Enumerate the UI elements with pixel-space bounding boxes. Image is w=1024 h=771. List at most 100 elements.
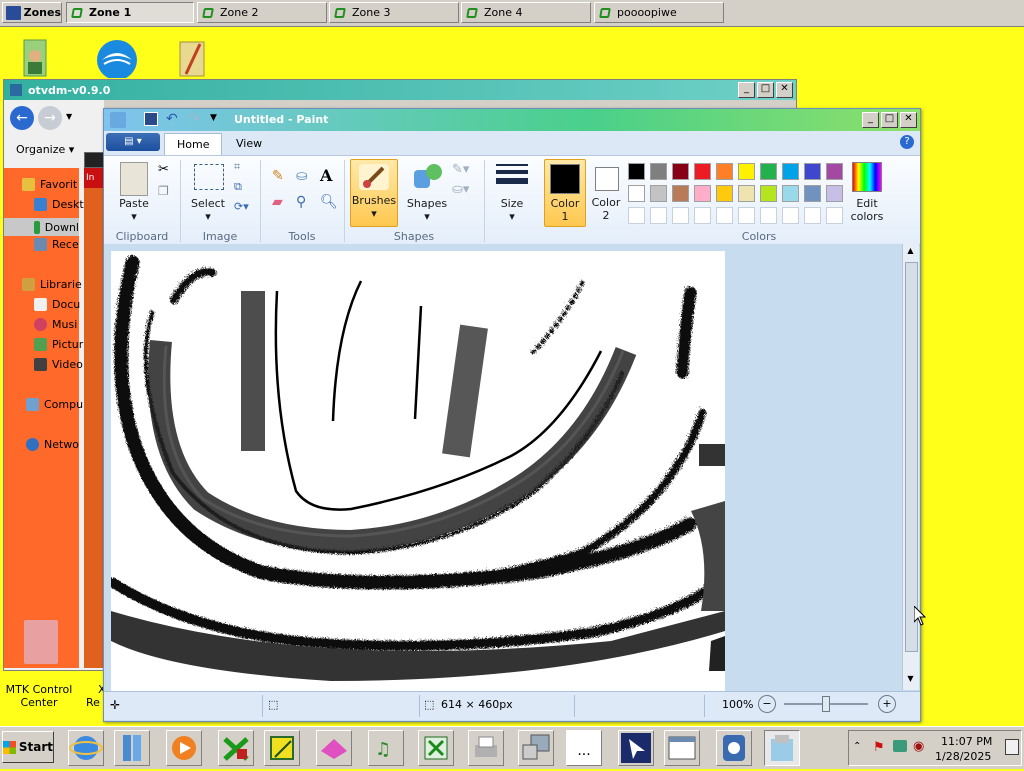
clock-time[interactable]: 11:07 PM [941, 735, 992, 748]
quick-access-chevron-icon[interactable]: ▼ [210, 113, 217, 123]
palette-swatch[interactable] [716, 163, 733, 180]
rotate-icon[interactable]: ⟳▾ [234, 200, 252, 218]
save-icon[interactable] [144, 112, 158, 126]
paint-maximize-button[interactable]: □ [881, 112, 898, 128]
nav-videos[interactable]: Video [34, 358, 83, 371]
network-tool-icon[interactable] [218, 730, 254, 766]
select-button[interactable]: Select ▾ [188, 197, 228, 223]
shapes-icon[interactable] [410, 162, 444, 192]
brushes-button[interactable]: Brushes ▾ [350, 159, 398, 227]
zone-tab-3[interactable]: Zone 3 [329, 2, 459, 23]
edit-colors-button[interactable]: Edit colors [844, 197, 890, 223]
nav-favorites[interactable]: Favorit [22, 178, 77, 191]
copy-icon[interactable]: ❐ [158, 184, 176, 202]
palette-swatch[interactable] [760, 185, 777, 202]
show-desktop-icon[interactable] [1005, 739, 1019, 755]
palette-swatch[interactable] [694, 185, 711, 202]
notepad-folder-icon[interactable] [176, 38, 210, 78]
paint-minimize-button[interactable]: _ [862, 112, 879, 128]
zoom-slider-thumb[interactable] [822, 696, 830, 712]
resize-icon[interactable]: ⧉ [234, 180, 252, 198]
pink-app-icon[interactable] [316, 730, 352, 766]
file-manager-icon[interactable] [114, 730, 150, 766]
close-button[interactable]: ✕ [776, 82, 793, 98]
palette-swatch[interactable] [826, 207, 843, 224]
color2-button[interactable]: Color 2 [588, 159, 624, 225]
window-app-icon[interactable] [664, 730, 700, 766]
zone-tab-4[interactable]: Zone 4 [461, 2, 591, 23]
start-button[interactable]: Start [2, 731, 54, 763]
scroll-down-arrow-icon[interactable]: ▼ [904, 674, 917, 686]
back-arrow-icon[interactable]: ← [10, 106, 34, 130]
zone-tab-1[interactable]: Zone 1 [66, 2, 194, 23]
outlook-icon[interactable] [716, 730, 752, 766]
edit-colors-icon[interactable] [852, 162, 882, 192]
minimize-button[interactable]: _ [738, 82, 755, 98]
editor-icon[interactable] [264, 730, 300, 766]
palette-swatch[interactable] [628, 163, 645, 180]
thunderbird-icon[interactable] [94, 38, 140, 80]
tab-view[interactable]: View [224, 133, 274, 155]
palette-swatch[interactable] [650, 207, 667, 224]
redo-icon[interactable]: ↷ [188, 111, 200, 127]
nav-libraries[interactable]: Librarie [22, 278, 82, 291]
palette-swatch[interactable] [650, 185, 667, 202]
ellipsis-button[interactable]: ... [566, 730, 602, 766]
size-button[interactable]: Size ▾ [490, 197, 534, 223]
palette-swatch[interactable] [782, 207, 799, 224]
paste-icon[interactable] [120, 162, 148, 196]
tray-expand-icon[interactable]: ⌃ [853, 741, 861, 752]
shapes-button[interactable]: Shapes ▾ [404, 197, 450, 223]
nav-downloads[interactable]: Downl [4, 218, 79, 236]
palette-swatch[interactable] [782, 163, 799, 180]
pencil-icon[interactable]: ✎ [272, 168, 290, 186]
palette-swatch[interactable] [760, 207, 777, 224]
computer-icon[interactable] [518, 730, 554, 766]
forward-arrow-icon[interactable]: → [38, 106, 62, 130]
scroll-up-arrow-icon[interactable]: ▲ [904, 246, 917, 258]
action-center-flag-icon[interactable]: ⚑ [873, 740, 885, 755]
mtk-control-center-label[interactable]: MTK Control Center [4, 683, 74, 709]
color-picker-icon[interactable]: ⚲ [296, 194, 314, 212]
zones-title-button[interactable]: Zones [2, 2, 62, 23]
palette-swatch[interactable] [694, 163, 711, 180]
palette-swatch[interactable] [672, 185, 689, 202]
zone-tab-5[interactable]: poooopiwe [594, 2, 724, 23]
nav-recent[interactable]: Rece [34, 238, 79, 251]
nav-desktop[interactable]: Deskt [34, 198, 84, 211]
nav-computer[interactable]: Compu [26, 398, 83, 411]
help-icon[interactable]: ? [900, 135, 914, 149]
zoom-in-button[interactable]: + [878, 695, 896, 713]
palette-swatch[interactable] [628, 185, 645, 202]
cut-icon[interactable]: ✂ [158, 162, 176, 180]
palette-swatch[interactable] [650, 163, 667, 180]
zoom-out-button[interactable]: − [758, 695, 776, 713]
palette-swatch[interactable] [804, 185, 821, 202]
undo-icon[interactable]: ↶ [166, 111, 178, 127]
paint-close-button[interactable]: ✕ [900, 112, 917, 128]
printer-icon[interactable] [468, 730, 504, 766]
magnifier-icon[interactable]: 🔍︎ [320, 194, 338, 212]
palette-swatch[interactable] [826, 185, 843, 202]
tab-home[interactable]: Home [164, 133, 223, 156]
palette-swatch[interactable] [760, 163, 777, 180]
clock-date[interactable]: 1/28/2025 [935, 750, 991, 763]
paste-button[interactable]: Paste ▾ [114, 197, 154, 223]
zone-tab-2[interactable]: Zone 2 [197, 2, 327, 23]
scroll-thumb[interactable] [905, 262, 918, 652]
color1-button[interactable]: Color 1 [544, 159, 586, 227]
paint-titlebar[interactable]: ↶ ↷ ▼ Untitled - Paint _ □ ✕ [104, 109, 920, 131]
palette-swatch[interactable] [804, 163, 821, 180]
fill-icon[interactable]: ⛀ [296, 168, 314, 186]
palette-swatch[interactable] [672, 163, 689, 180]
nav-documents[interactable]: Docu [34, 298, 80, 311]
media-player-icon[interactable] [166, 730, 202, 766]
outline-icon[interactable]: ✎▾ [452, 162, 470, 180]
chevron-down-icon[interactable]: ▼ [66, 112, 72, 121]
palette-swatch[interactable] [804, 207, 821, 224]
crop-icon[interactable]: ⌗ [234, 160, 252, 178]
nav-network[interactable]: Netwo [26, 438, 79, 451]
palette-swatch[interactable] [628, 207, 645, 224]
volume-icon[interactable]: ◉ [913, 739, 924, 754]
internet-explorer-icon[interactable] [68, 730, 104, 766]
